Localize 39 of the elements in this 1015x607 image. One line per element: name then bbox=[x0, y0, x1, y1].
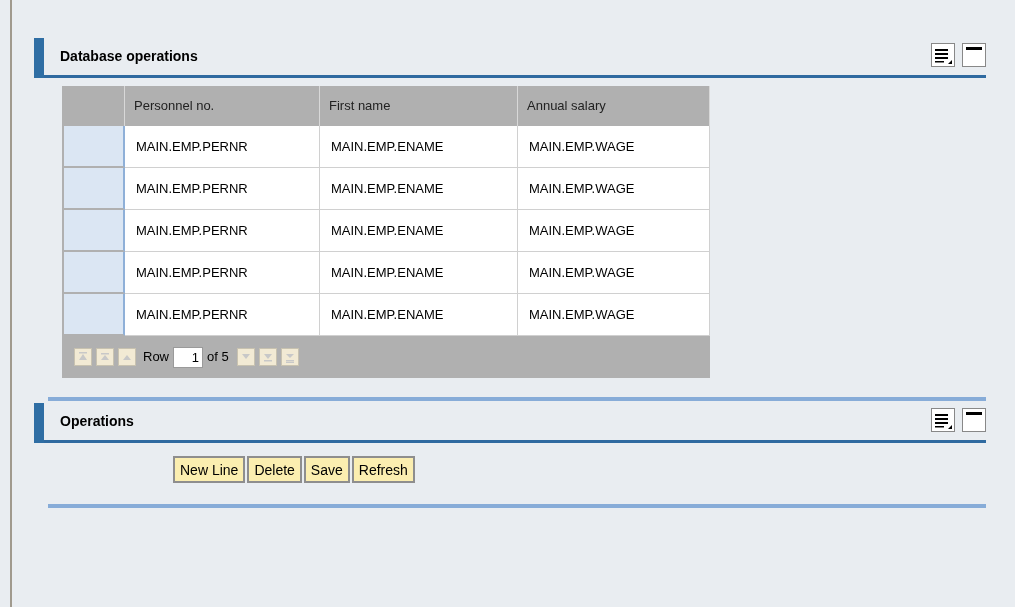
row-field[interactable]: 1 bbox=[173, 346, 203, 368]
table-cell: MAIN.EMP.PERNR bbox=[125, 168, 320, 210]
table-cell: MAIN.EMP.PERNR bbox=[125, 294, 320, 336]
table-cell: MAIN.EMP.ENAME bbox=[320, 252, 518, 294]
page-down-icon[interactable] bbox=[258, 348, 277, 366]
action-button[interactable]: Save bbox=[303, 456, 350, 483]
section-title: Database operations bbox=[60, 47, 198, 66]
minimize-icon[interactable] bbox=[962, 407, 986, 432]
row-selector[interactable] bbox=[64, 252, 125, 294]
row-selector[interactable] bbox=[64, 126, 125, 168]
table-cell: MAIN.EMP.PERNR bbox=[125, 126, 320, 168]
row-selector[interactable] bbox=[64, 210, 125, 252]
list-icon[interactable] bbox=[931, 42, 955, 67]
table-cell: MAIN.EMP.ENAME bbox=[320, 126, 518, 168]
row-total: of 5 bbox=[207, 348, 229, 367]
table-cell: MAIN.EMP.PERNR bbox=[125, 210, 320, 252]
table-cell: MAIN.EMP.ENAME bbox=[320, 294, 518, 336]
table-cell: MAIN.EMP.PERNR bbox=[125, 252, 320, 294]
action-button[interactable]: Delete bbox=[247, 456, 302, 483]
row-up-icon[interactable] bbox=[118, 348, 136, 366]
table-cell: MAIN.EMP.WAGE bbox=[518, 210, 710, 252]
row-selector[interactable] bbox=[64, 168, 125, 210]
table-cell: MAIN.EMP.ENAME bbox=[320, 210, 518, 252]
table-cell: MAIN.EMP.WAGE bbox=[518, 294, 710, 336]
table-cell: MAIN.EMP.WAGE bbox=[518, 252, 710, 294]
first-page-icon[interactable] bbox=[74, 348, 92, 366]
page-up-icon[interactable] bbox=[96, 348, 114, 366]
table-cell: MAIN.EMP.ENAME bbox=[320, 168, 518, 210]
section-title: Operations bbox=[60, 412, 134, 431]
table-cell: MAIN.EMP.WAGE bbox=[518, 126, 710, 168]
row-down-icon[interactable] bbox=[236, 348, 255, 366]
minimize-icon[interactable] bbox=[962, 42, 986, 67]
row-label: Row bbox=[143, 348, 169, 367]
action-button[interactable]: New Line bbox=[173, 456, 246, 483]
table-cell: MAIN.EMP.WAGE bbox=[518, 168, 710, 210]
row-selector[interactable] bbox=[64, 294, 125, 336]
list-icon[interactable] bbox=[931, 407, 955, 432]
action-button[interactable]: Refresh bbox=[351, 456, 415, 483]
last-page-icon[interactable] bbox=[280, 348, 299, 366]
